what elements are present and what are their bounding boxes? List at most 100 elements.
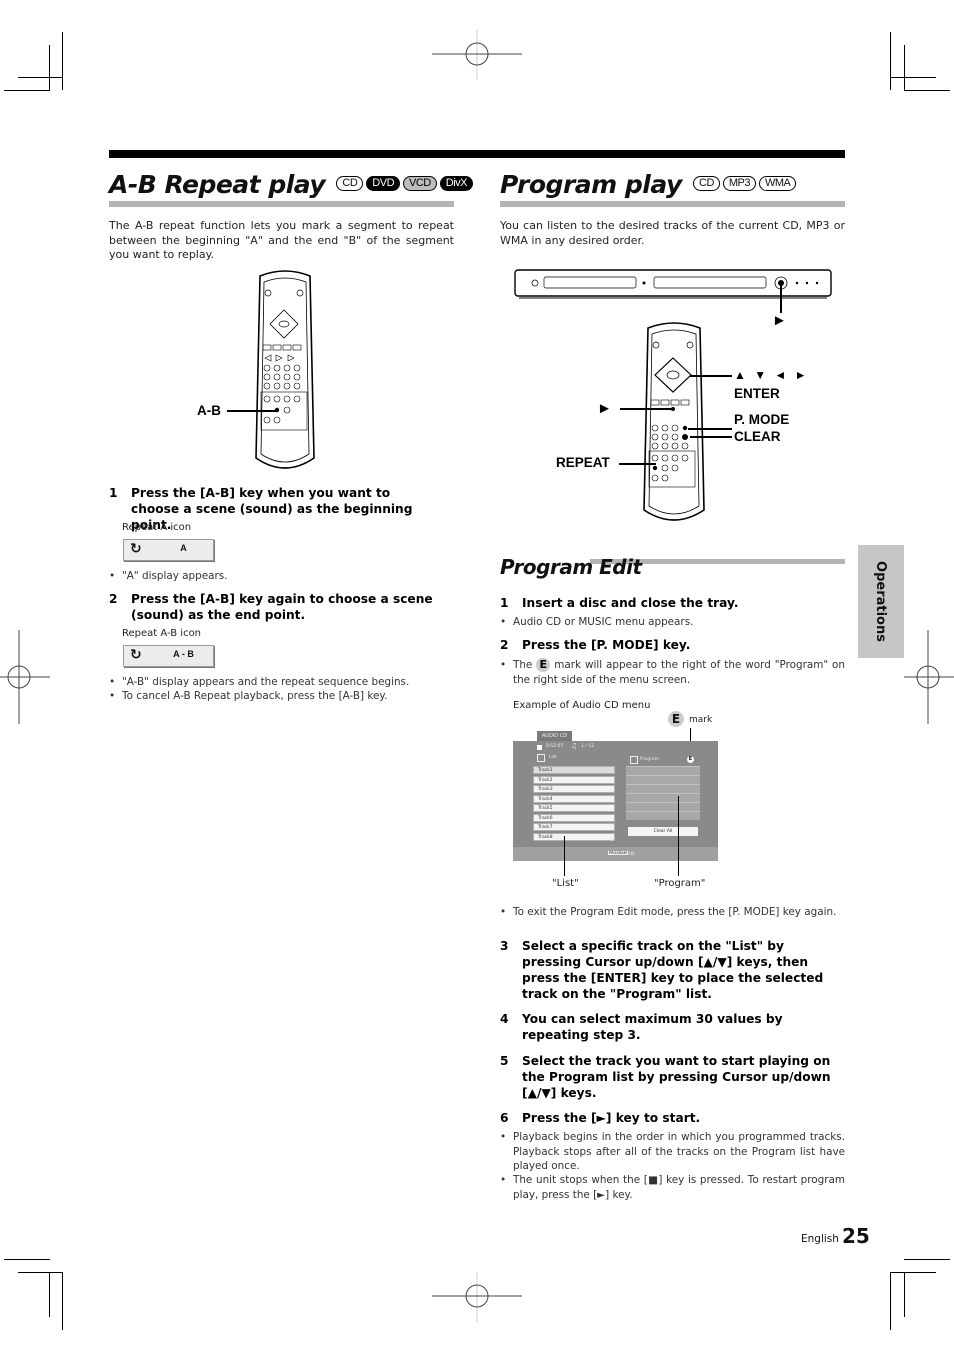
crop-mark <box>904 1272 905 1317</box>
repeat-label: A - B <box>173 649 194 659</box>
title-rule <box>500 201 845 207</box>
title-rule <box>109 201 454 207</box>
track-row: Track1 <box>533 766 615 774</box>
label-list: "List" <box>552 878 579 889</box>
e-mark-label: mark <box>689 715 713 725</box>
list-header: List <box>549 755 557 760</box>
page-number: 25 <box>842 1224 870 1248</box>
registration-target <box>904 630 954 724</box>
badge-mp3: MP3 <box>722 175 757 191</box>
leader-line <box>690 375 732 377</box>
step-text: Press the [►] key to start. <box>522 1111 701 1125</box>
crop-mark <box>904 1259 950 1260</box>
callout-play-unit: ► <box>772 312 787 329</box>
list-icon <box>537 754 545 762</box>
crop-mark <box>18 77 63 78</box>
track-row: Track4 <box>533 794 615 803</box>
program-step-4: 4 You can select maximum 30 values by re… <box>500 1011 845 1045</box>
e-mark-icon: E <box>668 711 684 727</box>
section-title-program-play: Program play CD MP3 WMA <box>500 170 797 199</box>
step-text: You can select maximum 30 values by repe… <box>522 1012 783 1042</box>
section-title-ab-repeat: A-B Repeat play CD DVD VCD DivX <box>109 170 473 199</box>
ab-step-2: 2 Press the [A-B] key again to choose a … <box>109 591 459 625</box>
step-number: 2 <box>109 592 118 606</box>
track-row: Track7 <box>533 823 615 831</box>
crop-mark <box>49 1272 50 1317</box>
callout-cursor: ▲ ▼ ◄ ► <box>734 368 807 382</box>
ab-step-1: 1 Press the [A-B] key when you want to c… <box>109 485 454 532</box>
callout-play-remote: ► <box>597 400 612 417</box>
e-mark-icon: E <box>687 756 694 763</box>
program-slot <box>626 793 700 802</box>
ab-intro: The A-B repeat function lets you mark a … <box>109 219 454 261</box>
step-text: Press the [P. MODE] key. <box>522 638 691 652</box>
badge-vcd: VCD <box>403 175 437 191</box>
menu-footer: PROGRAM Edit <box>513 847 718 861</box>
crop-mark <box>49 45 50 90</box>
program-slot <box>626 802 700 811</box>
badge-cd: CD <box>336 175 364 191</box>
e-mark-icon: E <box>536 658 551 672</box>
program-slot <box>626 811 700 820</box>
checkbox-icon <box>630 756 638 764</box>
crop-mark <box>4 90 50 91</box>
program-step-6: 6 Press the [►] key to start. <box>500 1110 845 1126</box>
remote-illustration <box>643 322 705 521</box>
track-row: Track6 <box>533 813 615 822</box>
header-bar <box>109 150 845 158</box>
step-text: Insert a disc and close the tray. <box>522 596 739 610</box>
registration-target <box>0 630 50 724</box>
crop-mark <box>890 1272 936 1273</box>
step-number: 3 <box>500 939 509 953</box>
label-program: "Program" <box>654 878 706 889</box>
footer-key: PROGRAM <box>608 851 628 855</box>
program-step-3: 3 Select a specific track on the "List" … <box>500 938 845 1004</box>
icon-caption: Repeat A-B icon <box>122 628 202 639</box>
side-tab-label: Operations <box>873 561 889 642</box>
title-text: A-B Repeat play <box>109 170 326 199</box>
clear-all-button: Clear All <box>628 827 698 836</box>
step-text: Select a specific track on the "List" by… <box>522 939 824 1001</box>
registration-target <box>432 30 522 80</box>
subsection-title-program-edit: Program Edit <box>500 555 642 579</box>
crop-mark <box>4 1259 50 1260</box>
leader-line <box>564 836 565 876</box>
remote-illustration <box>255 270 315 469</box>
badge-wma: WMA <box>759 175 797 191</box>
step-number: 1 <box>109 486 118 500</box>
badge-divx: DivX <box>439 175 473 191</box>
music-note-icon: ♫ <box>571 742 578 750</box>
side-tab-operations: Operations <box>858 545 904 658</box>
scroll-down-icon: ▼ <box>610 837 614 843</box>
crop-mark <box>904 90 950 91</box>
leader-line <box>227 410 277 412</box>
badge-cd: CD <box>693 175 720 191</box>
leader-line <box>690 436 732 438</box>
program-step-5: 5 Select the track you want to start pla… <box>500 1053 845 1103</box>
repeat-icon: ↻ <box>130 541 142 557</box>
crop-mark <box>62 32 63 90</box>
crop-mark <box>890 77 936 78</box>
program-header: Program <box>640 757 659 762</box>
program-intro: You can listen to the desired tracks of … <box>500 219 845 247</box>
leader-line <box>780 283 782 313</box>
step-text: Select the track you want to start playi… <box>522 1054 831 1100</box>
leader-line <box>620 408 672 410</box>
track-row: Track5 <box>533 804 615 812</box>
repeat-label: A <box>180 543 187 553</box>
crop-mark <box>18 1272 63 1273</box>
callout-clear: CLEAR <box>734 429 781 444</box>
step-number: 4 <box>500 1012 509 1026</box>
badge-dvd: DVD <box>366 175 401 191</box>
track-row: Track2 <box>533 775 615 784</box>
leader-line <box>678 796 679 876</box>
track-row: Track8 <box>533 832 615 841</box>
callout-pmode: P. MODE <box>734 412 790 427</box>
program-step-1: 1 Insert a disc and close the tray. <box>500 595 845 611</box>
track-row: Track3 <box>533 785 615 793</box>
crop-mark <box>904 45 905 90</box>
dvd-player-illustration <box>514 269 832 299</box>
step-number: 6 <box>500 1111 509 1125</box>
icon-caption: Repeat A icon <box>122 522 192 533</box>
program-slot <box>626 775 700 784</box>
